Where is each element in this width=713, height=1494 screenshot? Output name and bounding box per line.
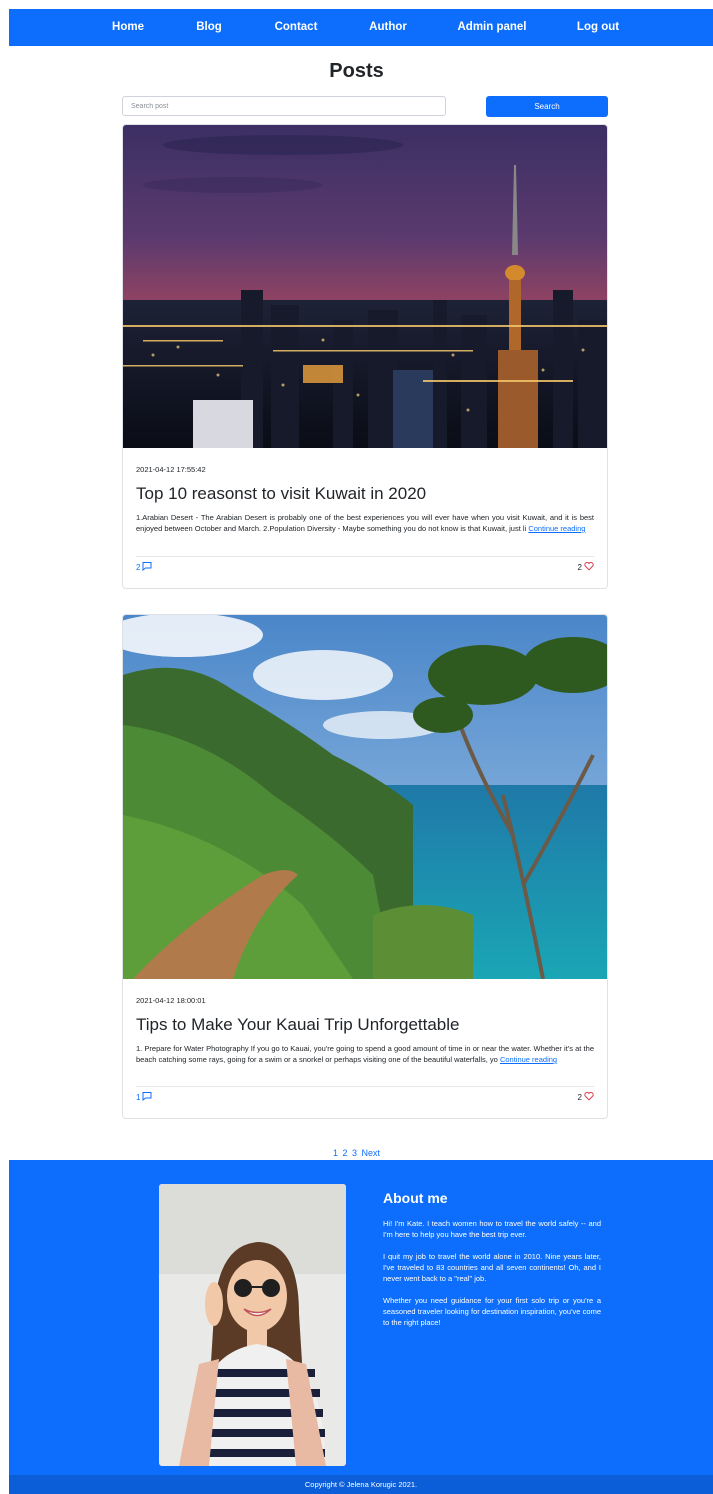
chat-bubble-icon [142,1091,152,1103]
likes-count-value: 2 [577,1092,582,1102]
card-divider [136,556,594,557]
post-date: 2021-04-12 18:00:01 [136,996,206,1005]
nav-admin-panel-link[interactable]: Admin panel [457,9,526,46]
page-link-2[interactable]: 2 [342,1148,347,1158]
about-paragraph: Hi! I'm Kate. I teach women how to trave… [383,1219,601,1239]
comments-count-value: 2 [136,562,141,572]
likes-count[interactable]: 2 [578,1091,594,1103]
search-button[interactable]: Search [486,96,608,117]
post-excerpt: 1. Prepare for Water Photography If you … [136,1043,594,1065]
page-title: Posts [329,60,384,82]
nav-blog-link[interactable]: Blog [196,9,222,46]
post-card: 2021-04-12 17:55:42 Top 10 reasonst to v… [122,124,608,589]
nav-contact-link[interactable]: Contact [275,9,318,46]
heart-icon [584,561,594,573]
about-paragraph: I quit my job to travel the world alone … [383,1252,601,1283]
author-photo [159,1184,346,1466]
next-page-link[interactable]: Next [362,1148,381,1158]
comments-count[interactable]: 2 [136,561,152,573]
nav-home-link[interactable]: Home [112,9,144,46]
post-title[interactable]: Top 10 reasonst to visit Kuwait in 2020 [136,484,594,504]
chat-bubble-icon [142,561,152,573]
post-image-kauai[interactable] [123,615,607,979]
nav-logout-link[interactable]: Log out [577,9,619,46]
continue-reading-link[interactable]: Continue reading [500,1055,557,1064]
post-card: 2021-04-12 18:00:01 Tips to Make Your Ka… [122,614,608,1119]
page-link-1[interactable]: 1 [333,1148,338,1158]
page-link-3[interactable]: 3 [352,1148,357,1158]
about-section: About me Hi! I'm Kate. I teach women how… [9,1160,713,1475]
card-divider [136,1086,594,1087]
about-title: About me [383,1190,448,1206]
continue-reading-link[interactable]: Continue reading [528,524,585,533]
post-date: 2021-04-12 17:55:42 [136,465,206,474]
likes-count-value: 2 [577,562,582,572]
heart-icon [584,1091,594,1103]
pagination: 1 2 3 Next [0,1148,713,1158]
about-paragraph: Whether you need guidance for your first… [383,1296,601,1327]
post-excerpt-text: 1.Arabian Desert - The Arabian Desert is… [136,513,594,533]
copyright: Copyright © Jelena Korugic 2021. [9,1475,713,1494]
about-text: Hi! I'm Kate. I teach women how to trave… [383,1218,601,1339]
comments-count-value: 1 [136,1092,141,1102]
search-input[interactable] [122,96,446,116]
likes-count[interactable]: 2 [578,561,594,573]
post-title[interactable]: Tips to Make Your Kauai Trip Unforgettab… [136,1015,594,1035]
post-image-kuwait-city[interactable] [123,125,607,448]
navbar: Home Blog Contact Author Admin panel Log… [9,9,713,46]
nav-author-link[interactable]: Author [369,9,407,46]
post-excerpt: 1.Arabian Desert - The Arabian Desert is… [136,512,594,534]
comments-count[interactable]: 1 [136,1091,152,1103]
